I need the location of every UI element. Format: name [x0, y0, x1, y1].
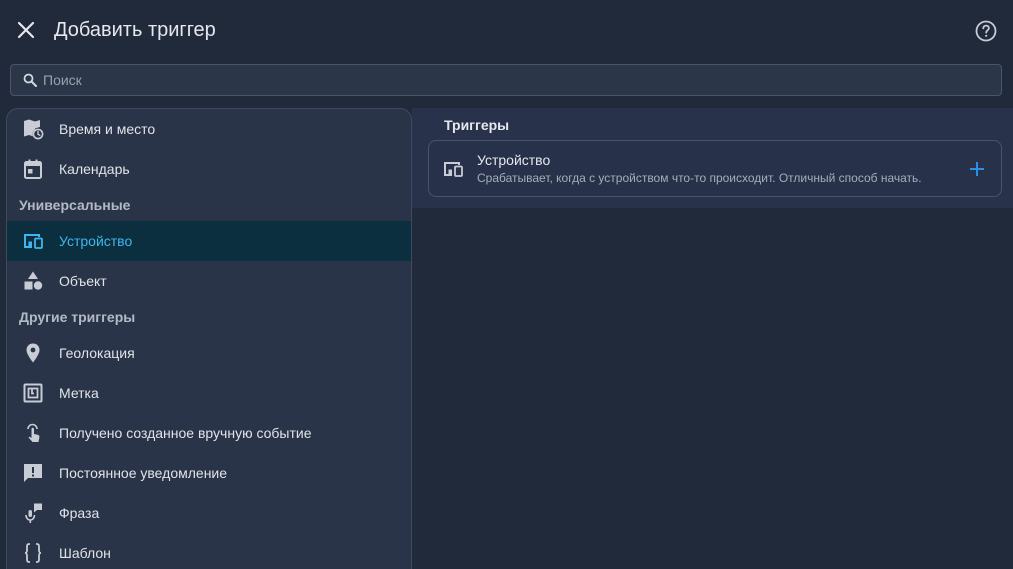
code-braces-icon: [21, 541, 45, 565]
trigger-category-list: Время и место Календарь Универсальные Ус…: [6, 108, 412, 569]
list-item-persistent-notification[interactable]: Постоянное уведомление: [7, 453, 411, 493]
trigger-card-device[interactable]: Устройство Срабатывает, когда с устройст…: [428, 140, 1002, 197]
list-item-device[interactable]: Устройство: [7, 221, 411, 261]
list-item-entity[interactable]: Объект: [7, 261, 411, 301]
list-item-label: Время и место: [59, 121, 156, 137]
list-item-label: Шаблон: [59, 545, 111, 561]
dialog-header: Добавить триггер: [0, 0, 1013, 60]
plus-icon: [970, 162, 984, 176]
help-button[interactable]: [974, 19, 998, 43]
list-item-geolocation[interactable]: Геолокация: [7, 333, 411, 373]
triggers-panel: Триггеры Устройство Срабатывает, когда с…: [412, 108, 1013, 208]
search-input[interactable]: [43, 72, 1001, 88]
list-item-label: Геолокация: [59, 345, 135, 361]
section-header-universal: Универсальные: [19, 197, 131, 213]
list-item-tag[interactable]: Метка: [7, 373, 411, 413]
list-item-time-location[interactable]: Время и место: [7, 109, 411, 149]
nfc-tag-icon: [21, 381, 45, 405]
list-item-label: Календарь: [59, 161, 130, 177]
add-trigger-dialog: Добавить триггер В: [0, 0, 1013, 569]
devices-icon: [21, 229, 45, 253]
map-marker-icon: [21, 341, 45, 365]
close-button[interactable]: [14, 18, 38, 42]
list-item-label: Метка: [59, 385, 99, 401]
list-item-label: Получено созданное вручную событие: [59, 425, 312, 441]
list-item-label: Устройство: [59, 233, 133, 249]
message-alert-icon: [21, 461, 45, 485]
devices-icon: [441, 157, 465, 181]
help-icon: [975, 20, 997, 42]
list-item-manual-event[interactable]: Получено созданное вручную событие: [7, 413, 411, 453]
trigger-card-title: Устройство: [477, 152, 551, 168]
calendar-icon: [21, 157, 45, 181]
dialog-title: Добавить триггер: [54, 19, 216, 41]
list-item-phrase[interactable]: Фраза: [7, 493, 411, 533]
gesture-tap-icon: [21, 421, 45, 445]
microphone-message-icon: [21, 501, 45, 525]
list-item-label: Фраза: [59, 505, 100, 521]
search-icon: [23, 73, 37, 87]
shapes-icon: [21, 269, 45, 293]
list-item-calendar[interactable]: Календарь: [7, 149, 411, 189]
close-icon: [17, 21, 35, 39]
add-trigger-button[interactable]: [965, 157, 989, 181]
trigger-card-description: Срабатывает, когда с устройством что-то …: [477, 171, 922, 185]
list-item-label: Объект: [59, 273, 107, 289]
triggers-section-title: Триггеры: [444, 117, 510, 133]
search-field[interactable]: [10, 64, 1002, 96]
section-header-other: Другие триггеры: [19, 309, 136, 325]
list-item-label: Постоянное уведомление: [59, 465, 228, 481]
list-item-template[interactable]: Шаблон: [7, 533, 411, 569]
map-clock-icon: [21, 117, 45, 141]
